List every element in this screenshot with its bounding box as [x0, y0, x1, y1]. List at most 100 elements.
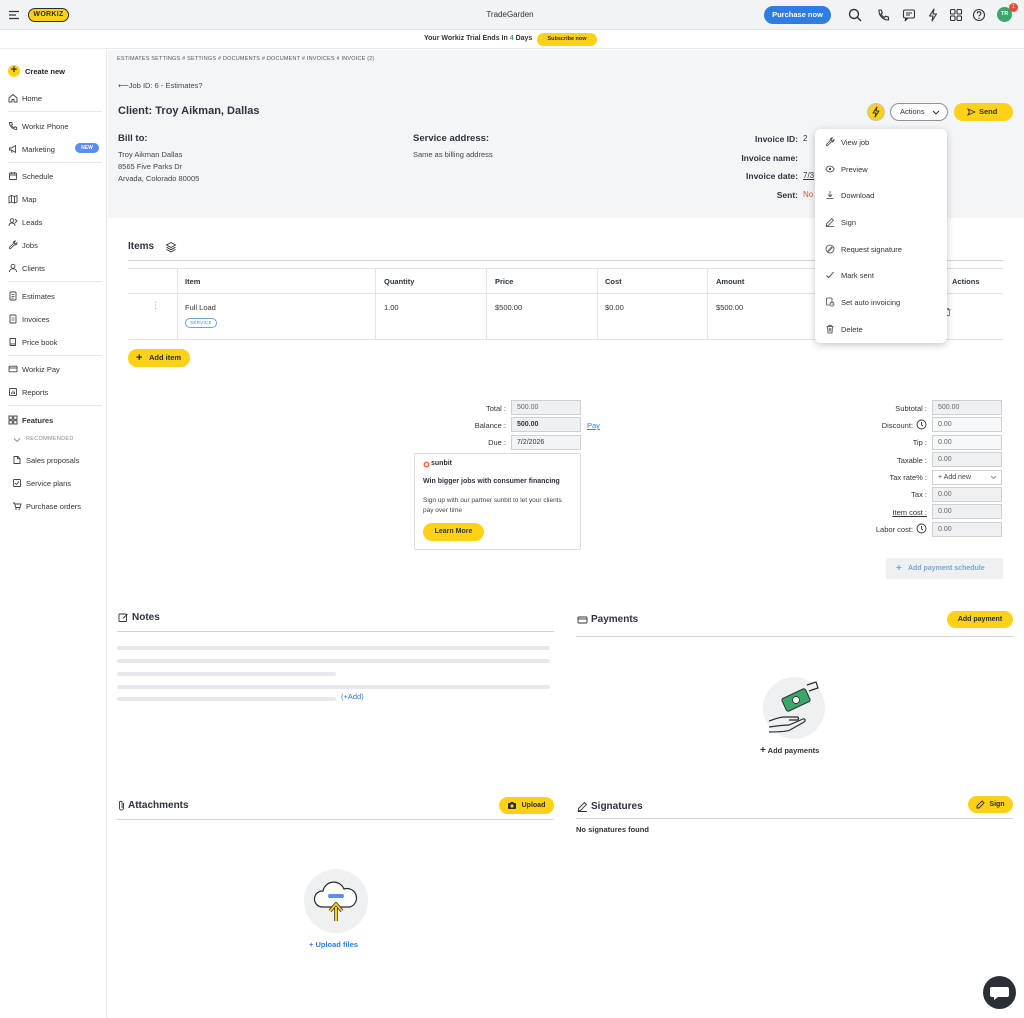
sidebar-item-map[interactable]: Map: [8, 192, 103, 208]
sidebar-item-service-plans[interactable]: Service plans: [12, 476, 107, 492]
tax-rate-label: Tax rate% :: [889, 473, 927, 482]
book-icon: [9, 338, 16, 346]
note-skeleton-line: [117, 659, 550, 663]
download-icon: [826, 191, 834, 199]
sidebar-item-clients[interactable]: Clients: [8, 261, 103, 277]
phone-icon[interactable]: [876, 8, 890, 22]
sidebar-item-leads[interactable]: Leads: [8, 215, 103, 231]
menu-item-preview[interactable]: Preview: [815, 160, 947, 180]
sidebar-item-jobs[interactable]: Jobs: [8, 238, 103, 254]
chat-button[interactable]: [983, 976, 1016, 1009]
trash-icon: [826, 324, 834, 334]
invoice-name-label: Invoice name:: [741, 153, 798, 163]
sidebar-item-label: Clients: [22, 264, 45, 273]
note-skeleton-line: [117, 646, 550, 650]
item-cost-label[interactable]: Item cost :: [847, 508, 927, 517]
column-header-price: Price: [495, 277, 514, 286]
sidebar-item-features[interactable]: Features: [8, 413, 103, 429]
menu-item-sign[interactable]: Sign: [815, 213, 947, 233]
add-payments-link[interactable]: + Add payments: [760, 745, 819, 756]
info-icon[interactable]: [916, 419, 927, 430]
sidebar-item-price-book[interactable]: Price book: [8, 335, 103, 351]
sidebar-item-label: Price book: [22, 338, 58, 347]
bill-to-title: Bill to:: [118, 133, 148, 144]
layers-icon[interactable]: [165, 241, 177, 253]
sidebar-item-label: Reports: [22, 388, 49, 397]
tax-label: Tax :: [911, 490, 927, 499]
add-payments-label: Add payments: [767, 746, 820, 755]
sidebar-item-label: Map: [22, 195, 37, 204]
estimate-icon: [9, 291, 17, 301]
drag-handle-icon[interactable]: ⋮: [151, 300, 160, 311]
job-link-label: Job ID: 6 - Estimates?: [128, 81, 203, 90]
purchase-order-icon: [13, 502, 22, 510]
send-button[interactable]: Send: [954, 103, 1013, 121]
invoice-date-value[interactable]: 7/3: [803, 171, 814, 180]
send-icon: [967, 108, 976, 116]
menu-item-mark-sent[interactable]: Mark sent: [815, 266, 947, 286]
info-icon[interactable]: [916, 523, 927, 534]
sidebar-item-invoices[interactable]: Invoices: [8, 312, 103, 328]
taxable-field: 0.00: [932, 452, 1002, 467]
item-quantity: 1.00: [384, 303, 399, 312]
add-payment-button[interactable]: Add payment: [947, 611, 1013, 628]
sidebar-item-workiz-phone[interactable]: Workiz Phone: [8, 119, 103, 135]
job-link[interactable]: ⟵Job ID: 6 - Estimates?: [118, 81, 203, 90]
message-icon[interactable]: [902, 8, 916, 22]
add-item-button[interactable]: + Add item: [128, 349, 190, 367]
tip-field[interactable]: 0.00: [932, 435, 1002, 450]
trial-suffix: Days: [515, 35, 533, 42]
edit-note-icon: [118, 613, 128, 622]
hamburger-menu-icon[interactable]: [8, 9, 20, 21]
item-cost: $0.00: [605, 303, 624, 312]
breadcrumb[interactable]: ESTIMATES SETTINGS # SETTINGS # DOCUMENT…: [117, 56, 375, 62]
menu-item-view-job[interactable]: View job: [815, 133, 947, 153]
menu-item-delete[interactable]: Delete: [815, 320, 947, 340]
sidebar-item-estimates[interactable]: Estimates: [8, 289, 103, 305]
sunbit-logo-text: sunbit: [431, 460, 452, 467]
purchase-now-button[interactable]: Purchase now: [764, 6, 831, 24]
sidebar-item-reports[interactable]: Reports: [8, 385, 103, 401]
search-icon[interactable]: [848, 8, 862, 22]
sidebar-item-purchase-orders[interactable]: Purchase orders: [12, 499, 107, 515]
workiz-logo[interactable]: WORKIZ: [28, 8, 69, 22]
pay-link[interactable]: Pay: [587, 421, 600, 430]
sidebar-item-sales-proposals[interactable]: Sales proposals: [12, 453, 107, 469]
total-label: Total :: [485, 404, 506, 413]
apps-grid-icon[interactable]: [949, 8, 963, 22]
automation-button[interactable]: [867, 103, 885, 121]
invoice-icon: [9, 314, 17, 324]
menu-item-set-auto-invoicing[interactable]: Set auto invoicing: [815, 293, 947, 313]
add-payment-schedule-button[interactable]: + Add payment schedule: [886, 558, 1003, 579]
tax-rate-select[interactable]: + Add new: [932, 470, 1002, 485]
taxable-label: Taxable :: [896, 456, 927, 465]
no-signatures-text: No signatures found: [576, 825, 649, 834]
menu-item-download[interactable]: Download: [815, 186, 947, 206]
chevron-down-icon[interactable]: [13, 437, 21, 443]
actions-button[interactable]: Actions: [890, 103, 948, 121]
due-date-field[interactable]: 7/2/2026: [511, 435, 581, 450]
sidebar-divider: [8, 281, 102, 282]
create-new-button[interactable]: Create new: [25, 67, 65, 76]
balance-field: 500.00: [511, 417, 581, 432]
learn-more-button[interactable]: Learn More: [423, 523, 484, 541]
pen-icon: [577, 801, 588, 812]
plus-icon[interactable]: +: [8, 65, 20, 77]
client-title[interactable]: Client: Troy Aikman, Dallas: [118, 105, 259, 117]
cloud-upload-icon: [313, 881, 358, 921]
proposal-icon: [13, 456, 21, 464]
signatures-divider: [576, 818, 1013, 819]
subscribe-now-button[interactable]: Subscribe now: [537, 33, 597, 46]
sign-button[interactable]: Sign: [968, 796, 1013, 813]
upload-files-link[interactable]: + Upload files: [309, 940, 358, 949]
add-note-link[interactable]: (+Add): [341, 692, 364, 701]
help-icon[interactable]: [972, 8, 986, 22]
sidebar-item-workiz-pay[interactable]: Workiz Pay: [8, 362, 103, 378]
menu-item-request-signature[interactable]: Request signature: [815, 240, 947, 260]
discount-field[interactable]: 0.00: [932, 417, 1002, 432]
sidebar-item-schedule[interactable]: Schedule: [8, 169, 103, 185]
sidebar-item-home[interactable]: Home: [8, 91, 103, 107]
bolt-icon[interactable]: [926, 8, 940, 22]
upload-button[interactable]: Upload: [499, 797, 554, 814]
trial-days: 4: [509, 35, 514, 42]
